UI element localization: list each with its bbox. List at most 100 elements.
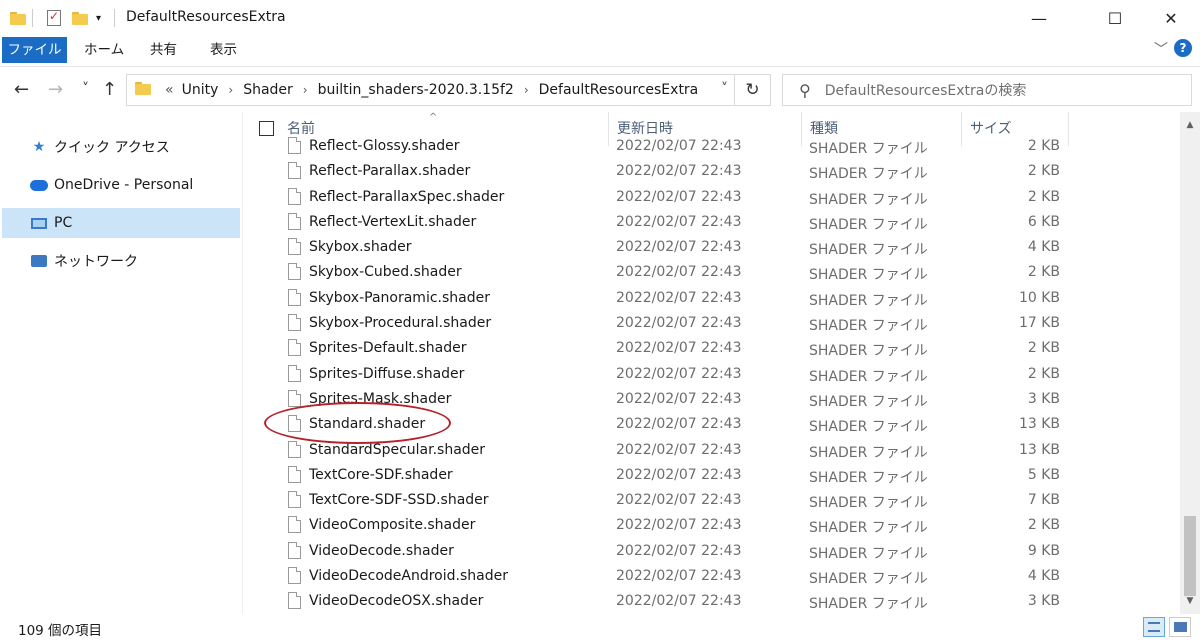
scroll-up-icon[interactable]: ▲ xyxy=(1180,116,1200,134)
breadcrumb-defaultresourcesextra[interactable]: DefaultResourcesExtra xyxy=(535,82,703,98)
close-button[interactable]: ✕ xyxy=(1148,0,1194,36)
file-icon xyxy=(288,137,301,154)
table-row[interactable]: Skybox-Procedural.shader 2022/02/07 22:43… xyxy=(243,311,1180,336)
scroll-down-icon[interactable]: ▼ xyxy=(1180,592,1200,610)
file-name: Standard.shader xyxy=(309,416,426,433)
scroll-thumb[interactable] xyxy=(1184,516,1196,596)
file-date: 2022/02/07 22:43 xyxy=(616,239,742,256)
details-view-button[interactable] xyxy=(1143,617,1165,637)
file-list: 名前 ^ 更新日時 種類 サイズ Reflect-Glossy.shader 20… xyxy=(242,112,1180,614)
file-date: 2022/02/07 22:43 xyxy=(616,213,742,230)
table-row[interactable]: Sprites-Diffuse.shader 2022/02/07 22:43 SH… xyxy=(243,362,1180,387)
breadcrumb-unity[interactable]: Unity xyxy=(178,82,223,98)
file-name: VideoDecodeAndroid.shader xyxy=(309,568,508,585)
table-row[interactable]: Sprites-Mask.shader 2022/02/07 22:43 SHADE… xyxy=(243,387,1180,412)
file-rows: Reflect-Glossy.shader 2022/02/07 22:43 SHA… xyxy=(243,137,1180,614)
address-dropdown-icon[interactable]: ˅ xyxy=(721,81,728,97)
tab-home[interactable]: ホーム xyxy=(72,37,136,63)
file-date: 2022/02/07 22:43 xyxy=(616,289,742,306)
file-name: Sprites-Default.shader xyxy=(309,340,467,357)
table-row[interactable]: Reflect-ParallaxSpec.shader 2022/02/07 22… xyxy=(243,185,1180,210)
up-button[interactable]: ↑ xyxy=(102,79,117,100)
expand-ribbon-icon[interactable]: ﹀ xyxy=(1154,39,1168,59)
file-size: 13 KB xyxy=(1018,416,1060,433)
large-icons-view-button[interactable] xyxy=(1169,617,1191,637)
file-size: 9 KB xyxy=(1027,542,1060,559)
file-type: SHADER ファイル xyxy=(809,141,928,157)
breadcrumb-builtin-shaders[interactable]: builtin_shaders-2020.3.15f2 xyxy=(314,82,518,98)
table-row[interactable]: Standard.shader 2022/02/07 22:43 SHADER ファ… xyxy=(243,412,1180,437)
star-icon: ★ xyxy=(32,139,46,155)
file-size: 4 KB xyxy=(1027,568,1060,585)
tab-share[interactable]: 共有 xyxy=(138,37,189,63)
file-name: Skybox-Cubed.shader xyxy=(309,264,462,281)
file-type: SHADER ファイル xyxy=(809,520,928,537)
sidebar-item-pc[interactable]: PC xyxy=(2,208,240,238)
table-row[interactable]: VideoDecodeOSX.shader 2022/02/07 22:43 SHA… xyxy=(243,589,1180,614)
table-row[interactable]: Sprites-Default.shader 2022/02/07 22:43 SH… xyxy=(243,336,1180,361)
file-name: Sprites-Diffuse.shader xyxy=(309,365,465,382)
tab-file[interactable]: ファイル xyxy=(2,37,67,63)
vertical-scrollbar[interactable]: ▲ ▼ xyxy=(1180,112,1200,614)
file-date: 2022/02/07 22:43 xyxy=(616,315,742,332)
file-date: 2022/02/07 22:43 xyxy=(616,390,742,407)
file-date: 2022/02/07 22:43 xyxy=(616,492,742,509)
file-size: 3 KB xyxy=(1027,390,1060,407)
tab-view[interactable]: 表示 xyxy=(198,37,249,63)
properties-icon[interactable] xyxy=(47,8,61,28)
file-type: SHADER ファイル xyxy=(809,596,928,613)
table-row[interactable]: TextCore-SDF.shader 2022/02/07 22:43 SHADE… xyxy=(243,463,1180,488)
chevron-right-icon[interactable]: › xyxy=(518,83,535,97)
file-name: VideoDecodeOSX.shader xyxy=(309,593,484,610)
back-button[interactable]: ← xyxy=(14,79,29,100)
recent-locations-button[interactable]: ˅ xyxy=(82,81,89,97)
sort-ascending-icon: ^ xyxy=(429,112,438,123)
file-name: Reflect-Glossy.shader xyxy=(309,138,460,154)
maximize-button[interactable]: ☐ xyxy=(1092,0,1138,36)
chevron-right-icon[interactable]: › xyxy=(297,83,314,97)
table-row[interactable]: Skybox.shader 2022/02/07 22:43 SHADER ファイル… xyxy=(243,235,1180,260)
file-type: SHADER ファイル xyxy=(809,368,928,385)
table-row[interactable]: Skybox-Cubed.shader 2022/02/07 22:43 SHADE… xyxy=(243,260,1180,285)
navigation-pane: ★ クイック アクセス OneDrive - Personal PC ネットワー… xyxy=(0,112,242,614)
new-folder-icon[interactable] xyxy=(72,8,88,28)
forward-button[interactable]: → xyxy=(48,79,63,100)
title-bar: ▾ DefaultResourcesExtra — ☐ ✕ xyxy=(0,0,1200,36)
table-row[interactable]: VideoComposite.shader 2022/02/07 22:43 SHA… xyxy=(243,513,1180,538)
file-name: Reflect-ParallaxSpec.shader xyxy=(309,188,505,205)
file-icon xyxy=(288,238,301,256)
table-row[interactable]: TextCore-SDF-SSD.shader 2022/02/07 22:43 S… xyxy=(243,488,1180,513)
file-type: SHADER ファイル xyxy=(809,545,928,562)
search-input[interactable]: ⚲ DefaultResourcesExtraの検索 xyxy=(782,74,1192,106)
table-row[interactable]: Reflect-Parallax.shader 2022/02/07 22:43 S… xyxy=(243,159,1180,184)
breadcrumb-shader[interactable]: Shader xyxy=(239,82,297,98)
table-row[interactable]: StandardSpecular.shader 2022/02/07 22:43 S… xyxy=(243,438,1180,463)
table-row[interactable]: Reflect-VertexLit.shader 2022/02/07 22:43… xyxy=(243,210,1180,235)
file-size: 7 KB xyxy=(1027,492,1060,509)
cloud-icon xyxy=(30,177,48,193)
ribbon-tabs: ファイル ホーム 共有 表示 ﹀ ? xyxy=(0,37,1200,63)
computer-icon xyxy=(30,215,48,231)
file-date: 2022/02/07 22:43 xyxy=(616,568,742,585)
sidebar-item-network[interactable]: ネットワーク xyxy=(2,246,240,276)
help-icon[interactable]: ? xyxy=(1174,39,1192,57)
breadcrumb-overflow[interactable]: « xyxy=(161,82,178,98)
separator xyxy=(32,8,33,28)
search-icon: ⚲ xyxy=(799,80,811,100)
chevron-right-icon[interactable]: › xyxy=(222,83,239,97)
file-type: SHADER ファイル xyxy=(809,267,928,284)
table-row[interactable]: VideoDecodeAndroid.shader 2022/02/07 22:4… xyxy=(243,564,1180,589)
table-row[interactable]: Skybox-Panoramic.shader 2022/02/07 22:43 S… xyxy=(243,286,1180,311)
file-icon xyxy=(288,440,301,458)
file-size: 2 KB xyxy=(1027,340,1060,357)
minimize-button[interactable]: — xyxy=(1016,0,1062,36)
file-icon xyxy=(288,314,301,332)
address-bar[interactable]: « Unity › Shader › builtin_shaders-2020.… xyxy=(126,74,771,106)
table-row[interactable]: Reflect-Glossy.shader 2022/02/07 22:43 SHA… xyxy=(243,134,1180,159)
sidebar-item-quick-access[interactable]: ★ クイック アクセス xyxy=(2,132,240,162)
refresh-button[interactable]: ↻ xyxy=(734,75,770,105)
sidebar-item-onedrive[interactable]: OneDrive - Personal xyxy=(2,170,240,200)
customize-toolbar-icon[interactable]: ▾ xyxy=(96,8,101,28)
search-placeholder: DefaultResourcesExtraの検索 xyxy=(824,83,1027,99)
table-row[interactable]: VideoDecode.shader 2022/02/07 22:43 SHADER… xyxy=(243,539,1180,564)
